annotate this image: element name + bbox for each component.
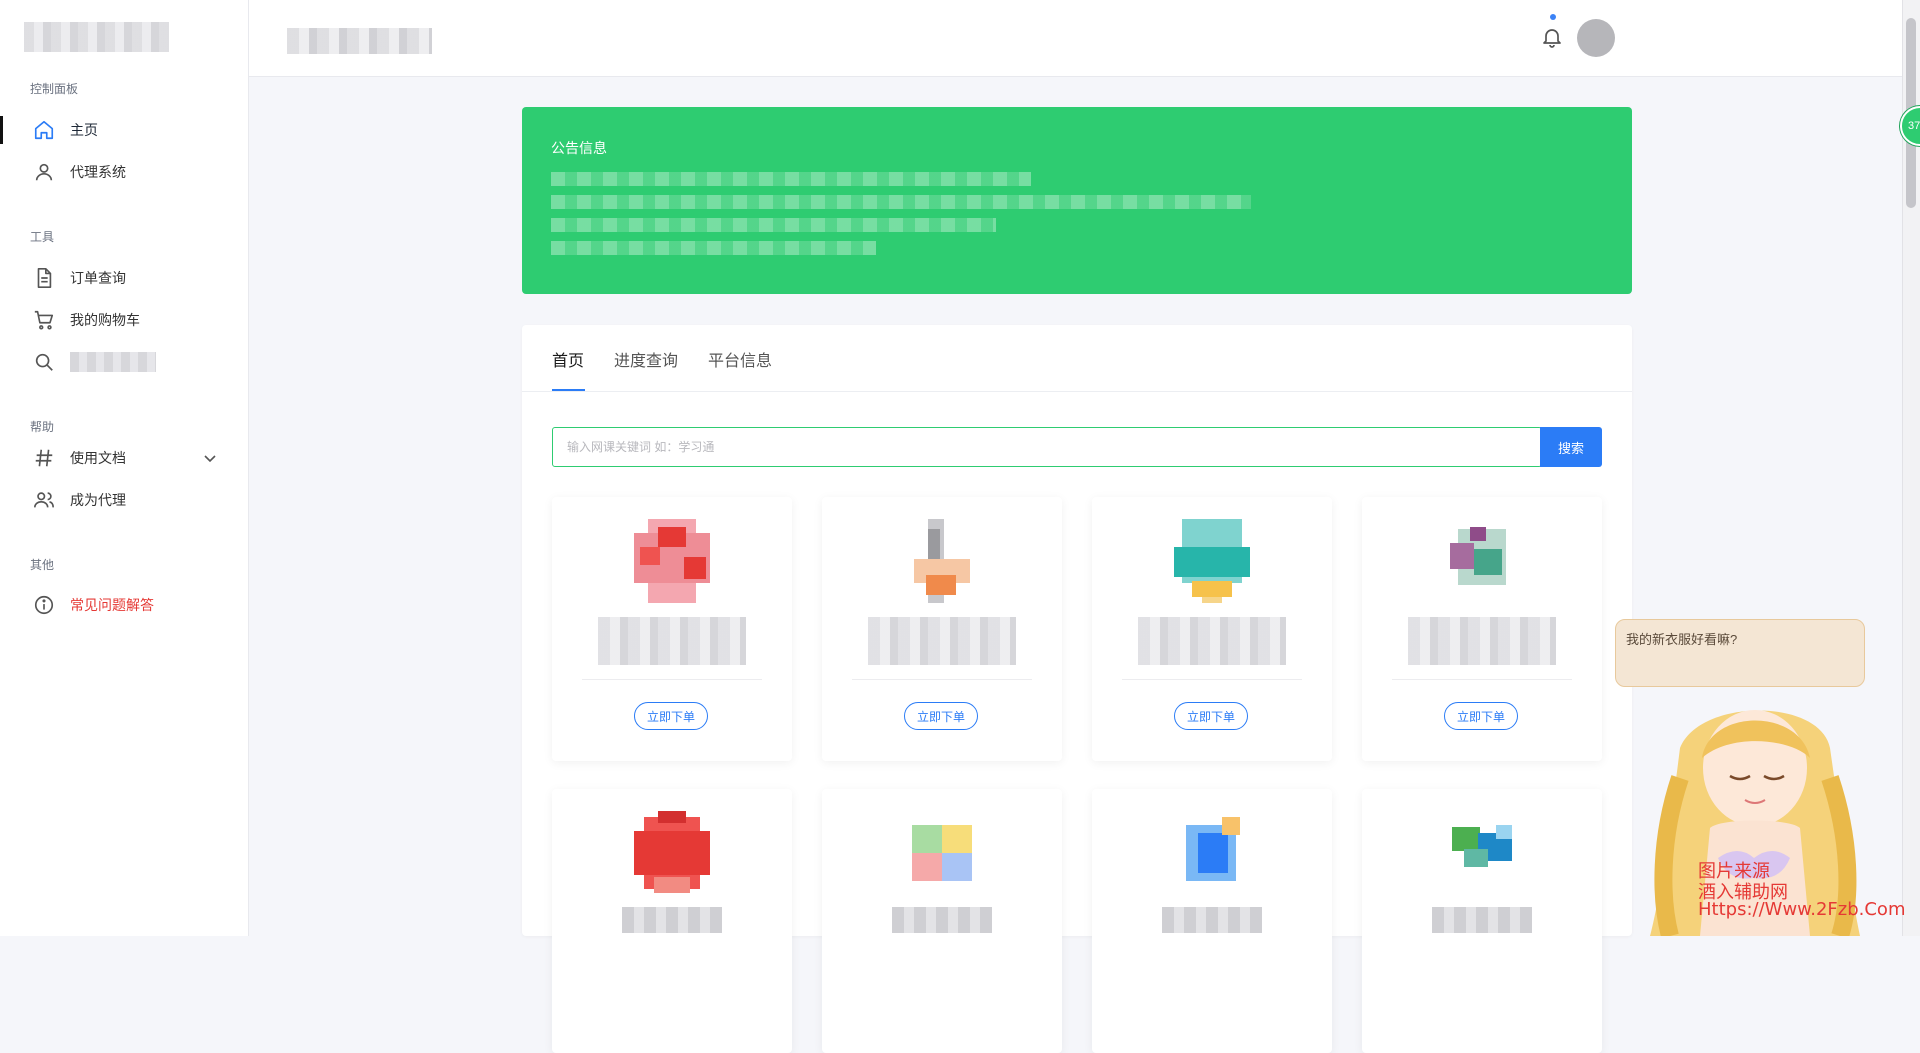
tab-bar: 首页 进度查询 平台信息 (522, 325, 1632, 392)
card-divider (852, 679, 1032, 680)
section-title-dashboard: 控制面板 (30, 82, 79, 96)
cart-icon (32, 308, 56, 332)
sidebar-item-faq[interactable]: 常见问题解答 (0, 587, 248, 623)
chevron-down-icon[interactable] (202, 450, 218, 466)
product-image (634, 519, 710, 603)
notice-line (551, 218, 996, 232)
product-card[interactable]: 立即下单 (1092, 497, 1332, 761)
sidebar-item-label: 订单查询 (70, 270, 126, 286)
sidebar-item-label: 使用文档 (70, 450, 126, 466)
product-card[interactable]: 立即下单 (1362, 497, 1602, 761)
sidebar-item-label: 常见问题解答 (70, 597, 154, 613)
order-button[interactable]: 立即下单 (1174, 702, 1248, 730)
product-name (1432, 907, 1532, 933)
card-divider (1392, 679, 1572, 680)
notice-line (551, 241, 876, 255)
product-image (1174, 519, 1250, 603)
order-button[interactable]: 立即下单 (904, 702, 978, 730)
product-name (892, 907, 992, 933)
product-card[interactable] (1092, 789, 1332, 1053)
sidebar-item-order-query[interactable]: 订单查询 (0, 260, 248, 296)
top-bar (249, 0, 1920, 77)
sidebar: 控制面板 主页 代理系统 工具 订单查询 我的购物车 帮助 使用文档 成为代理 … (0, 0, 249, 936)
product-card[interactable] (822, 789, 1062, 1053)
notice-title: 公告信息 (551, 140, 607, 156)
users-icon (32, 488, 56, 512)
tab-progress[interactable]: 进度查询 (614, 347, 678, 371)
notice-line (551, 195, 1251, 209)
notice-banner: 公告信息 (522, 107, 1632, 294)
brand-logo[interactable] (24, 22, 169, 52)
product-name (1162, 907, 1262, 933)
sidebar-item-label: 主页 (70, 122, 98, 138)
product-image (912, 825, 972, 881)
order-button[interactable]: 立即下单 (634, 702, 708, 730)
sidebar-item-search[interactable] (0, 344, 248, 380)
product-card[interactable]: 立即下单 (552, 497, 792, 761)
product-card[interactable]: 立即下单 (822, 497, 1062, 761)
section-title-other: 其他 (30, 558, 55, 572)
user-icon (32, 160, 56, 184)
product-image (1452, 825, 1512, 867)
search-input[interactable] (552, 427, 1542, 467)
page-title (287, 28, 432, 54)
product-name (1408, 617, 1556, 665)
search-icon (32, 350, 56, 374)
sidebar-item-cart[interactable]: 我的购物车 (0, 302, 248, 338)
sidebar-item-home[interactable]: 主页 (0, 112, 248, 148)
order-button[interactable]: 立即下单 (1444, 702, 1518, 730)
tab-platform-info[interactable]: 平台信息 (708, 347, 772, 371)
hash-icon (32, 446, 56, 470)
search-button[interactable]: 搜索 (1540, 427, 1602, 467)
floating-badge-text: 37 (1908, 120, 1920, 132)
home-icon (32, 118, 56, 142)
section-title-tools: 工具 (30, 230, 55, 244)
tab-home[interactable]: 首页 (552, 347, 584, 371)
mascot-speech-bubble: 我的新衣服好看嘛? (1615, 619, 1865, 687)
product-name (1138, 617, 1286, 665)
product-image (1186, 817, 1240, 881)
product-image (634, 811, 710, 893)
card-divider (1122, 679, 1302, 680)
sidebar-item-label: 成为代理 (70, 492, 126, 508)
sidebar-item-docs[interactable]: 使用文档 (0, 440, 248, 476)
bell-icon[interactable] (1538, 20, 1566, 54)
product-name (868, 617, 1016, 665)
main-card: 首页 进度查询 平台信息 搜索 立即下单 立即下单 立即下单 (522, 325, 1632, 1053)
sidebar-item-label (70, 352, 156, 372)
product-image (1450, 527, 1506, 585)
sidebar-item-label: 我的购物车 (70, 312, 140, 328)
card-divider (582, 679, 762, 680)
sidebar-item-become-agent[interactable]: 成为代理 (0, 482, 248, 518)
watermark-line: Https://Www.2Fzb.Com (1698, 899, 1906, 920)
product-card[interactable] (1362, 789, 1602, 1053)
product-card[interactable] (552, 789, 792, 1053)
notice-line (551, 172, 1031, 186)
product-name (598, 617, 746, 665)
tab-active-indicator (552, 389, 585, 391)
sidebar-item-label: 代理系统 (70, 164, 126, 180)
section-title-help: 帮助 (30, 420, 55, 434)
product-name (622, 907, 722, 933)
info-icon (32, 593, 56, 617)
document-icon (32, 266, 56, 290)
sidebar-item-agent-system[interactable]: 代理系统 (0, 154, 248, 190)
avatar[interactable] (1577, 19, 1615, 57)
product-image (914, 519, 970, 603)
